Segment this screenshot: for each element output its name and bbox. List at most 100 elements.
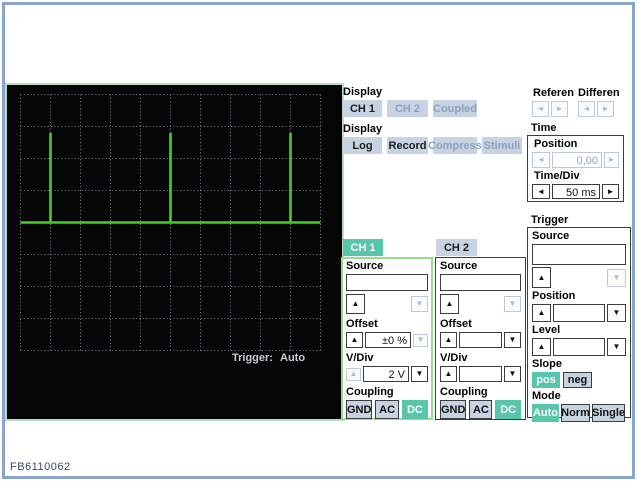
left-arrow-icon: ◄ [582, 104, 591, 113]
ch2-source-up-button[interactable]: ▲ [440, 294, 459, 314]
trigger-source-up-button[interactable]: ▲ [532, 267, 551, 288]
slope-neg-button[interactable]: neg [563, 372, 592, 388]
display-record-button[interactable]: Record [387, 137, 428, 154]
time-panel-label: Time [531, 122, 557, 134]
right-arrow-icon: ► [606, 186, 615, 196]
time-div-decrement-button[interactable]: ◄ [532, 184, 550, 199]
trigger-position-label: Position [532, 290, 576, 302]
reference-prev-button[interactable]: ◄ [532, 101, 549, 117]
ch2-tab-button[interactable]: CH 2 [436, 239, 477, 256]
down-arrow-icon: ▼ [416, 335, 425, 344]
trigger-status-value: Auto [280, 352, 306, 364]
ch2-coupling-gnd-button[interactable]: GND [440, 400, 467, 419]
trigger-level-label: Level [532, 324, 561, 336]
time-position-label: Position [534, 138, 578, 150]
ch1-offset-up-button[interactable]: ▲ [346, 332, 363, 348]
ch1-coupling-ac-button[interactable]: AC [375, 400, 399, 419]
mode-norm-button[interactable]: Norm [561, 404, 590, 422]
ch1-panel: Source ▲ ▼ Offset ▲ ±0 % ▼ V/Div ▲ 2 V ▼… [341, 257, 433, 420]
ch2-vdiv-label: V/Div [440, 352, 468, 364]
slope-pos-button[interactable]: pos [532, 372, 560, 388]
right-arrow-icon: ► [601, 104, 610, 113]
ch2-source-input[interactable] [440, 274, 521, 291]
ch2-coupling-dc-button[interactable]: DC [495, 400, 521, 419]
trigger-position-input[interactable] [553, 304, 605, 322]
display-stimuli-button[interactable]: Stimuli [482, 137, 522, 154]
ch2-vdiv-up-button[interactable]: ▲ [440, 366, 457, 382]
ch1-coupling-dc-button[interactable]: DC [401, 400, 428, 419]
ch1-coupling-label: Coupling [346, 386, 394, 398]
ch1-source-label: Source [346, 260, 384, 272]
oscilloscope-display: Trigger: Auto [5, 83, 344, 421]
ch2-panel: Source ▲ ▼ Offset ▲ ▼ V/Div ▲ ▼ Coupling… [435, 257, 526, 420]
trigger-source-input[interactable] [532, 244, 626, 265]
up-arrow-icon: ▲ [351, 299, 360, 308]
display-compress-button[interactable]: Compress [428, 137, 482, 154]
ch1-vdiv-label: V/Div [346, 352, 374, 364]
ch1-vdiv-value: 2 V [363, 366, 409, 382]
left-arrow-icon: ◄ [536, 104, 545, 113]
time-position-decrement-button[interactable]: ◄ [532, 152, 550, 168]
down-arrow-icon: ▼ [415, 369, 424, 378]
up-arrow-icon: ▲ [444, 369, 453, 378]
ch2-source-down-button[interactable]: ▼ [504, 296, 521, 312]
trigger-slope-label: Slope [532, 358, 562, 370]
ch2-offset-down-button[interactable]: ▼ [504, 332, 521, 348]
trigger-source-label: Source [532, 230, 570, 242]
up-arrow-icon: ▲ [349, 369, 358, 378]
device-id-label: FB6110062 [10, 461, 71, 473]
trigger-panel-label: Trigger [531, 214, 569, 226]
display-channel-label: Display [343, 86, 383, 98]
display-ch2-button[interactable]: CH 2 [387, 100, 428, 117]
ch2-vdiv-down-button[interactable]: ▼ [504, 366, 521, 382]
ch1-source-input[interactable] [346, 274, 428, 291]
ch1-coupling-gnd-button[interactable]: GND [346, 400, 373, 419]
mode-auto-button[interactable]: Auto [532, 404, 559, 422]
time-div-increment-button[interactable]: ► [602, 184, 619, 199]
ch2-coupling-ac-button[interactable]: AC [469, 400, 493, 419]
trigger-level-input[interactable] [553, 338, 605, 356]
up-arrow-icon: ▲ [445, 299, 454, 308]
trigger-position-down-button[interactable]: ▼ [607, 304, 626, 322]
up-arrow-icon: ▲ [537, 342, 546, 351]
display-ch1-button[interactable]: CH 1 [343, 100, 382, 117]
trigger-mode-label: Mode [532, 390, 561, 402]
trigger-panel: Source ▲ ▼ Position ▲ ▼ Level ▲ ▼ Slope … [527, 227, 631, 422]
ch1-vdiv-down-button[interactable]: ▼ [411, 366, 428, 382]
differentiate-next-button[interactable]: ► [597, 101, 614, 117]
ch1-vdiv-up-button[interactable]: ▲ [346, 367, 361, 381]
ch2-vdiv-value [459, 366, 502, 382]
right-arrow-icon: ► [607, 155, 616, 164]
ch2-source-label: Source [440, 260, 478, 272]
trigger-level-up-button[interactable]: ▲ [532, 338, 551, 356]
trigger-position-up-button[interactable]: ▲ [532, 304, 551, 322]
ch1-source-up-button[interactable]: ▲ [346, 294, 365, 314]
down-arrow-icon: ▼ [612, 342, 621, 351]
ch2-offset-label: Offset [440, 318, 472, 330]
time-position-increment-button[interactable]: ► [604, 152, 619, 168]
ch1-source-down-button[interactable]: ▼ [411, 296, 428, 312]
display-coupled-button[interactable]: Coupled [433, 100, 477, 117]
differentiate-label: Differen [578, 87, 620, 99]
ch2-offset-up-button[interactable]: ▲ [440, 332, 457, 348]
trigger-source-down-button[interactable]: ▼ [607, 268, 626, 287]
ch1-offset-down-button[interactable]: ▼ [413, 333, 428, 347]
up-arrow-icon: ▲ [537, 272, 546, 282]
reference-next-button[interactable]: ► [551, 101, 568, 117]
left-arrow-icon: ◄ [537, 155, 545, 164]
display-mode-label: Display [343, 123, 383, 135]
down-arrow-icon: ▼ [508, 335, 517, 344]
time-panel: Position ◄ 0,00 ► Time/Div ◄ 50 ms ► [527, 135, 624, 202]
right-arrow-icon: ► [555, 104, 564, 113]
mode-single-button[interactable]: Single [592, 404, 625, 422]
up-arrow-icon: ▲ [444, 335, 453, 344]
display-log-button[interactable]: Log [343, 137, 382, 154]
reference-label: Referen [533, 87, 574, 99]
ch1-tab-button[interactable]: CH 1 [343, 239, 383, 256]
ch2-coupling-label: Coupling [440, 386, 488, 398]
ch1-offset-value: ±0 % [365, 332, 411, 348]
ch1-offset-label: Offset [346, 318, 378, 330]
up-arrow-icon: ▲ [350, 335, 359, 344]
differentiate-prev-button[interactable]: ◄ [578, 101, 595, 117]
trigger-level-down-button[interactable]: ▼ [607, 338, 626, 356]
